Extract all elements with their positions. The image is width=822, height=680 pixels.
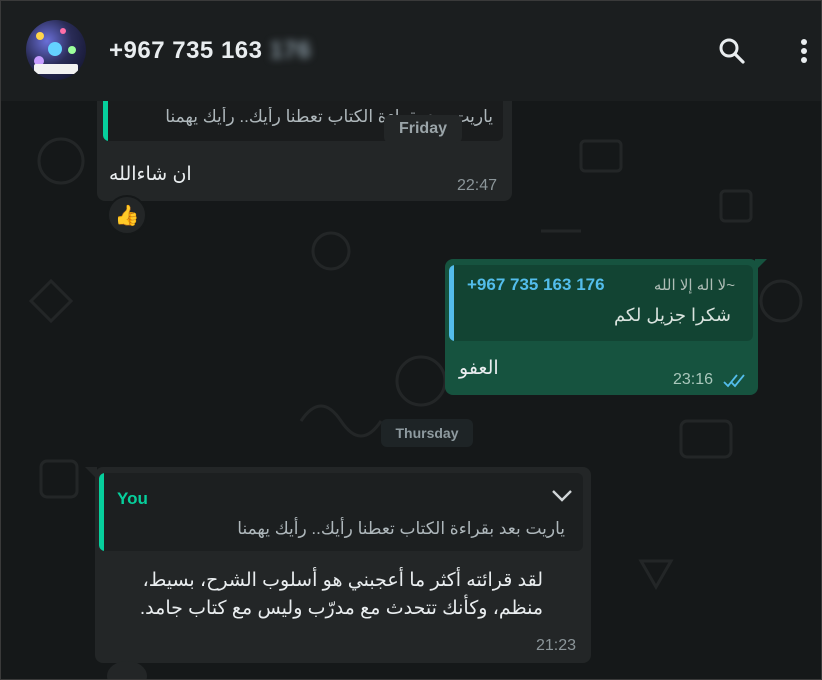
quote-author: You (117, 489, 148, 508)
more-vert-icon (801, 39, 807, 63)
chevron-down-icon[interactable] (551, 489, 573, 503)
date-separator-friday: Friday (384, 115, 462, 143)
quote-accent-bar (103, 95, 108, 141)
message-time: 23:16 (673, 371, 714, 388)
message-text: العفو (459, 358, 499, 379)
reaction-badge[interactable]: 👍 (107, 195, 147, 235)
quote-accent-bar (99, 473, 104, 551)
avatar[interactable] (26, 20, 86, 80)
message-bubble-incoming[interactable]: You ياريت بعد بقراءة الكتاب تعطنا رأيك..… (95, 467, 591, 663)
more-options-button[interactable] (789, 34, 819, 68)
quote-author: +967 735 163 176 (467, 275, 605, 294)
search-icon (719, 38, 745, 64)
message-bubble-outgoing[interactable]: +967 735 163 176 ~لا اله إلا الله شكرا ج… (445, 259, 758, 395)
message-time: 22:47 (457, 177, 498, 194)
quoted-message[interactable]: You ياريت بعد بقراءة الكتاب تعطنا رأيك..… (99, 473, 583, 551)
chat-window: ياريت بعد بقراءة الكتاب تعطنا رأيك.. رأي… (0, 0, 822, 680)
thumbs-up-icon: 👍 (114, 204, 140, 227)
message-text-line: لقد قرائته أكثر ما أعجبني هو أسلوب الشرح… (142, 570, 543, 591)
bubble-tail (85, 467, 97, 479)
contact-number: +967 735 163 (109, 37, 263, 64)
message-bubble-incoming[interactable]: ياريت بعد بقراءة الكتاب تعطنا رأيك.. رأي… (97, 91, 512, 201)
double-tick-icon (723, 374, 745, 388)
date-separator-thursday: Thursday (381, 419, 473, 447)
bubble-tail (755, 259, 767, 271)
quote-accent-bar (449, 265, 454, 341)
chat-header: +967 735 163 176 (1, 1, 821, 101)
contact-number-blurred: 176 (269, 37, 312, 64)
quoted-text: ياريت بعد بقراءة الكتاب تعطنا رأيك.. رأي… (237, 519, 565, 538)
message-time: 21:23 (536, 637, 577, 654)
contact-name[interactable]: +967 735 163 176 (109, 37, 311, 65)
quoted-text: شكرا جزيل لكم (613, 305, 731, 325)
search-button[interactable] (717, 34, 747, 68)
quoted-message[interactable]: +967 735 163 176 ~لا اله إلا الله شكرا ج… (449, 265, 753, 341)
message-text-line: منظم، وكأنك تتحدث مع مدرّب وليس مع كتاب … (139, 598, 543, 619)
quote-author-alias: ~لا اله إلا الله (653, 277, 735, 294)
message-text: ان شاءالله (109, 164, 192, 185)
